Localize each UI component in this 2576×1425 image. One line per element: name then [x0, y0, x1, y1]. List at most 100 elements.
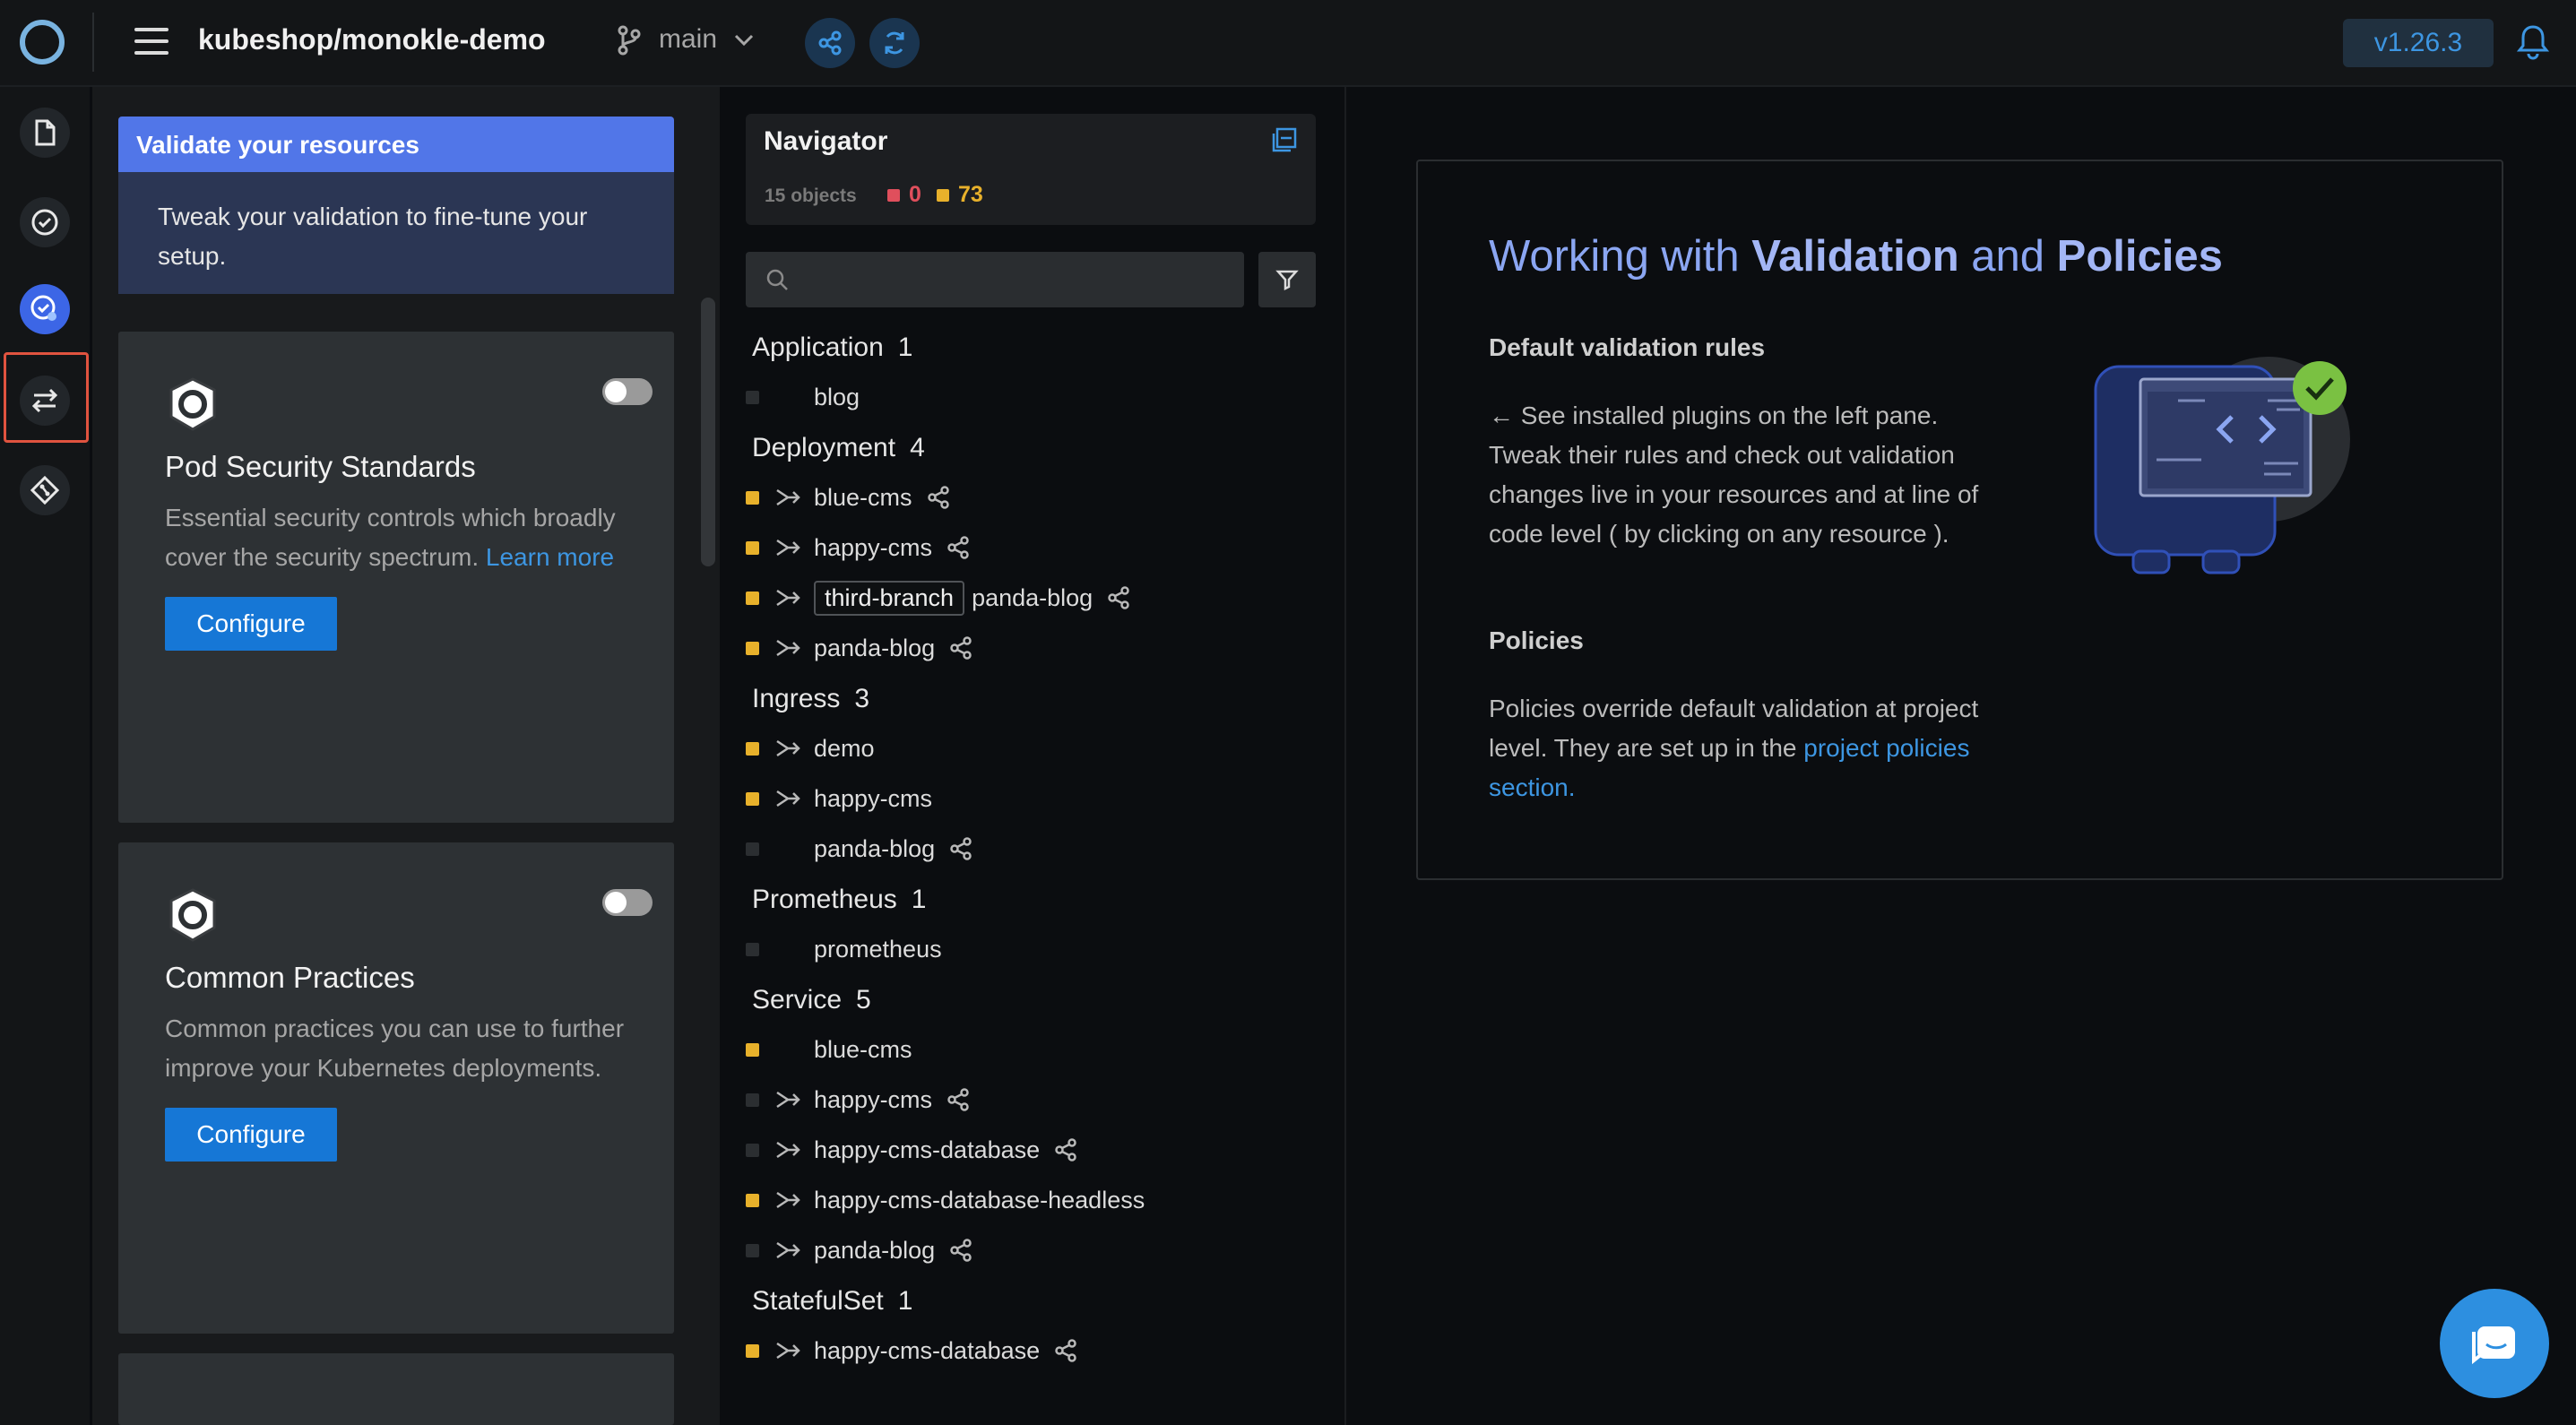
pane-divider[interactable] [1344, 87, 1346, 1425]
validation-settings-icon[interactable] [20, 284, 70, 334]
version-badge[interactable]: v1.26.3 [2343, 19, 2494, 67]
validation-check-icon[interactable] [20, 197, 70, 247]
compare-icon[interactable] [20, 376, 70, 426]
share-icon[interactable] [949, 1239, 972, 1262]
share-icon[interactable] [1107, 586, 1130, 609]
tree-icon [774, 1089, 801, 1110]
status-indicator [746, 641, 759, 655]
resource-name[interactable]: panda-blog [814, 835, 935, 863]
validation-banner-text: Tweak your validation to fine-tune your … [118, 172, 674, 294]
share-icon[interactable] [1054, 1339, 1077, 1362]
navigator-row[interactable]: blue-cms [746, 1032, 912, 1067]
navigator-row[interactable]: happy-cms-database [746, 1132, 1077, 1168]
resource-name[interactable]: demo [814, 735, 875, 763]
navigator-row[interactable]: happy-cms-database-headless [746, 1182, 1145, 1218]
resource-name[interactable]: happy-cms [814, 1086, 932, 1114]
share-icon[interactable] [947, 536, 970, 559]
plugin-description: Common practices you can use to further … [165, 1015, 625, 1082]
search-icon [765, 268, 789, 291]
section-name: Application [752, 332, 884, 362]
resource-name[interactable]: happy-cms-database-headless [814, 1187, 1145, 1214]
navigator-section-service[interactable]: Service 5 [752, 985, 871, 1015]
share-icon[interactable] [1054, 1138, 1077, 1162]
navigator-section-application[interactable]: Application 1 [752, 332, 912, 363]
chat-button[interactable] [2440, 1289, 2549, 1398]
status-indicator [746, 741, 759, 756]
navigator-row[interactable]: blue-cms [746, 479, 950, 515]
navigator-row[interactable]: happy-cms [746, 1082, 970, 1118]
section-text: ← See installed plugins on the left pane… [1489, 402, 1979, 548]
status-indicator [746, 842, 759, 856]
menu-icon[interactable] [134, 28, 169, 55]
plugin-toggle[interactable] [602, 889, 653, 916]
navigator-row[interactable]: panda-blog [746, 831, 972, 867]
navigator-row[interactable]: happy-cms-database [746, 1333, 1077, 1369]
plugin-card-common-practices: Common Practices Common practices you ca… [118, 842, 674, 1334]
plugin-card-partial [118, 1353, 674, 1425]
bell-icon[interactable] [2517, 23, 2549, 61]
share-icon[interactable] [947, 1088, 970, 1111]
file-explorer-icon[interactable] [20, 108, 70, 158]
resource-name[interactable]: happy-cms-database [814, 1136, 1040, 1164]
resource-name[interactable]: happy-cms-database [814, 1337, 1040, 1365]
search-input[interactable] [746, 252, 1244, 307]
navigator-row[interactable]: panda-blog [746, 630, 972, 666]
navigator-row[interactable]: third-branch panda-blog [746, 580, 1130, 616]
project-name[interactable]: kubeshop/monokle-demo [198, 23, 546, 56]
resource-name[interactable]: happy-cms [814, 534, 932, 562]
configure-button[interactable]: Configure [165, 1108, 337, 1162]
collapse-icon[interactable] [1271, 126, 1298, 153]
navigator-row[interactable]: demo [746, 730, 875, 766]
warning-count[interactable]: 73 [937, 182, 983, 208]
share-icon[interactable] [949, 837, 972, 860]
resource-name[interactable]: panda-blog [814, 1237, 935, 1265]
navigator-row[interactable]: panda-blog [746, 1232, 972, 1268]
navigator-row[interactable]: prometheus [746, 931, 942, 967]
tree-icon [774, 1189, 801, 1211]
filter-button[interactable] [1258, 252, 1316, 307]
status-indicator [746, 791, 759, 806]
sync-icon[interactable] [869, 18, 920, 68]
plugin-icon [165, 887, 220, 943]
section-name: StatefulSet [752, 1286, 884, 1316]
chat-icon [2472, 1326, 2515, 1365]
section-count: 1 [911, 885, 927, 914]
navigator-row[interactable]: happy-cms [746, 781, 932, 816]
scrollbar[interactable] [701, 298, 715, 566]
resource-name[interactable]: blue-cms [814, 1036, 912, 1064]
resource-name[interactable]: panda-blog [972, 584, 1093, 612]
navigator-section-statefulset[interactable]: StatefulSet 1 [752, 1286, 912, 1317]
resource-name[interactable]: prometheus [814, 936, 942, 963]
monokle-logo-icon[interactable] [20, 20, 65, 65]
status-indicator [746, 942, 759, 956]
learn-more-link[interactable]: Learn more [486, 543, 614, 571]
branch-name[interactable]: main [659, 24, 717, 55]
resource-name[interactable]: happy-cms [814, 785, 932, 813]
resource-name[interactable]: blue-cms [814, 484, 912, 512]
navigator-title: Navigator [764, 126, 888, 156]
validation-illustration [2088, 345, 2357, 596]
share-icon[interactable] [927, 486, 950, 509]
share-icon[interactable] [949, 636, 972, 660]
share-icon[interactable] [805, 18, 855, 68]
navigator-row[interactable]: happy-cms [746, 530, 970, 566]
error-count[interactable]: 0 [887, 182, 921, 208]
navigator-section-prometheus[interactable]: Prometheus 1 [752, 885, 926, 915]
navigator-row[interactable]: blog [746, 379, 860, 415]
plugin-toggle[interactable] [602, 378, 653, 405]
resource-name[interactable]: panda-blog [814, 635, 935, 662]
navigator-section-deployment[interactable]: Deployment 4 [752, 433, 925, 463]
navigator-section-ingress[interactable]: Ingress 3 [752, 684, 869, 714]
plugin-card-pod-security: Pod Security Standards Essential securit… [118, 332, 674, 823]
status-indicator [746, 390, 759, 404]
section-text: Policies override default validation at … [1489, 695, 1979, 801]
chevron-down-icon[interactable] [733, 30, 755, 48]
section-name: Service [752, 985, 843, 1015]
plugin-description: Essential security controls which broadl… [165, 504, 616, 571]
status-indicator [746, 540, 759, 555]
status-indicator [746, 1343, 759, 1358]
configure-button[interactable]: Configure [165, 597, 337, 651]
resource-name[interactable]: blog [814, 384, 860, 411]
section-count: 4 [910, 433, 925, 462]
git-icon[interactable] [20, 465, 70, 515]
